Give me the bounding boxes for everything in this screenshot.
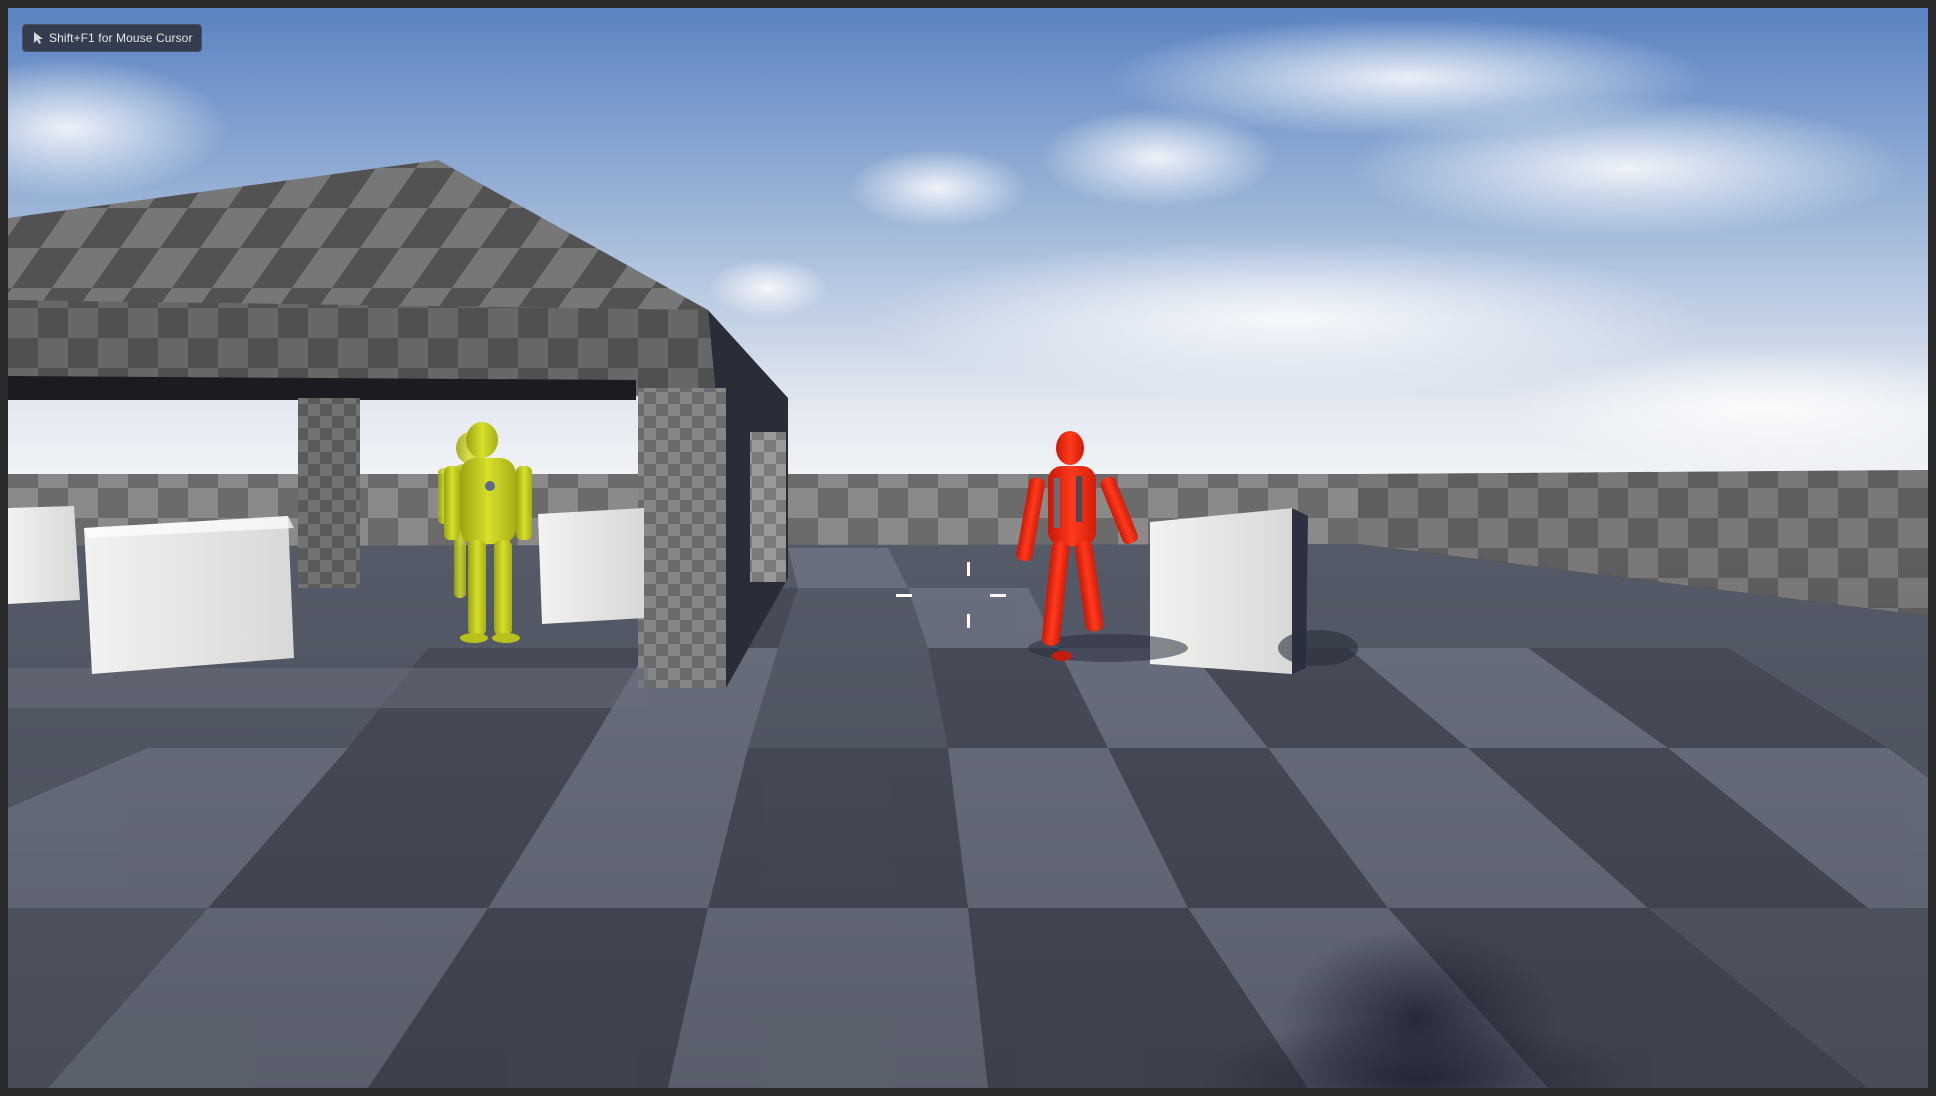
game-viewport[interactable]: Shift+F1 for Mouse Cursor [8, 8, 1928, 1088]
crate [8, 506, 80, 604]
crosshair-icon [896, 562, 1006, 628]
crate-shadow [1278, 630, 1358, 666]
viewport-frame: Shift+F1 for Mouse Cursor [0, 0, 1936, 1096]
pavilion-pillar [750, 432, 786, 582]
crosshair-tick-top [967, 562, 970, 576]
mouse-cursor-hint: Shift+F1 for Mouse Cursor [22, 24, 202, 52]
mouse-cursor-icon [34, 32, 43, 44]
crosshair-tick-bottom [967, 614, 970, 628]
crosshair-tick-left [896, 594, 912, 597]
crate [84, 516, 294, 674]
game-scene [8, 8, 1928, 1088]
crate [538, 508, 644, 624]
crosshair-tick-right [990, 594, 1006, 597]
mouse-hint-text: Shift+F1 for Mouse Cursor [49, 31, 193, 45]
